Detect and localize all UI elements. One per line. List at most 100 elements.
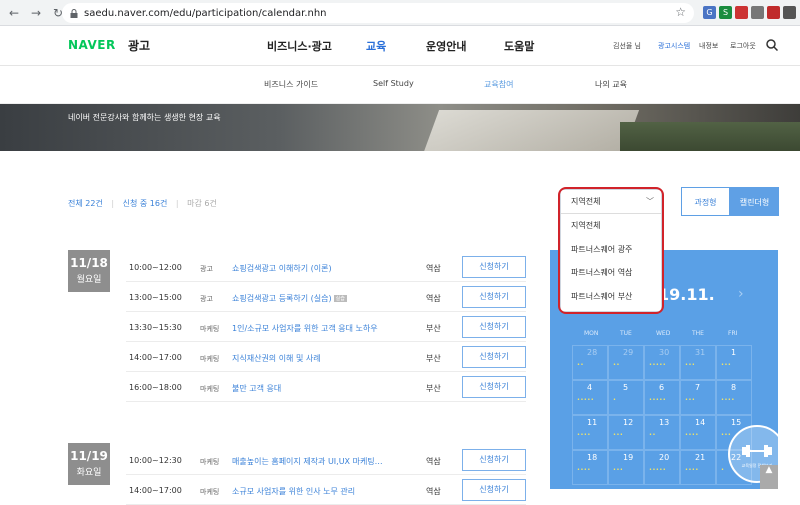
calendar-event-dots: •••• [577, 467, 591, 473]
apply-button[interactable]: 신청하기 [462, 449, 526, 471]
divider: | [111, 199, 115, 208]
logo-sub[interactable]: 광고 [128, 37, 150, 54]
calendar-day-number: 7 [695, 383, 701, 392]
calendar-day-cell[interactable]: 18 •••• [572, 450, 608, 485]
my-info-link[interactable]: 내정보 [699, 41, 718, 51]
lock-icon [70, 8, 78, 18]
global-header: NAVER 광고 비즈니스·광고 교육 운영안내 도움말 김선율 님 광고시스템… [0, 26, 800, 66]
calendar-day-cell[interactable]: 6 ••••• [644, 380, 680, 415]
session-title[interactable]: 불만 고객 응대 [232, 383, 281, 394]
calendar-day-cell[interactable]: 13 •• [644, 415, 680, 450]
calendar-day-cell[interactable]: 19 ••• [608, 450, 644, 485]
apply-button[interactable]: 신청하기 [462, 376, 526, 398]
extension-icon[interactable] [735, 6, 748, 19]
hero-book-image [420, 110, 640, 151]
calendar-day-cell[interactable]: 31 ••• [680, 345, 716, 380]
session-time: 14:00~17:00 [129, 486, 182, 495]
logout-link[interactable]: 로그아웃 [730, 41, 756, 51]
session-category: 마케팅 [200, 355, 220, 363]
apply-button[interactable]: 신청하기 [462, 479, 526, 501]
session-row: 13:00~15:00 광고 쇼핑검색광고 등록하기 (실습) 실습 역삼 신청하기 [126, 282, 526, 312]
weekday-label: 화요일 [76, 468, 102, 478]
forward-icon[interactable]: → [28, 5, 44, 21]
calendar-day-number: 15 [731, 418, 742, 427]
menu-help[interactable]: 도움말 [504, 38, 534, 54]
calendar-day-cell[interactable]: 5 • [608, 380, 644, 415]
session-row: 13:30~15:30 마케팅 1인/소규모 사업자를 위한 고객 응대 노하우 부산… [126, 312, 526, 342]
bookmark-star-icon[interactable]: ☆ [675, 5, 686, 19]
session-time: 16:00~18:00 [129, 383, 182, 392]
calendar-day-cell[interactable]: 12 ••• [608, 415, 644, 450]
session-tag: 실습 [333, 295, 347, 302]
extension-icon[interactable] [751, 6, 764, 19]
session-category: 마케팅 [200, 458, 220, 466]
next-month-icon[interactable]: › [738, 286, 744, 302]
session-title[interactable]: 1인/소규모 사업자를 위한 고객 응대 노하우 [232, 323, 378, 334]
calendar-day-cell[interactable]: 29 •• [608, 345, 644, 380]
session-category: 마케팅 [200, 385, 220, 393]
calendar-day-cell[interactable]: 8 •••• [716, 380, 752, 415]
apply-button[interactable]: 신청하기 [462, 316, 526, 338]
calendar-day-cell[interactable]: 28 •• [572, 345, 608, 380]
calendar-day-number: 11 [587, 418, 598, 427]
open-count[interactable]: 신청 중 16건 [123, 199, 168, 208]
calendar-weekday: MON [584, 330, 599, 337]
menu-business[interactable]: 비즈니스·광고 [267, 38, 332, 54]
calendar-event-dots: ••••• [649, 467, 667, 473]
session-category: 마케팅 [200, 325, 220, 333]
apply-button[interactable]: 신청하기 [462, 256, 526, 278]
calendar-day-cell[interactable]: 14 •••• [680, 415, 716, 450]
subnav-my-education[interactable]: 나의 교육 [595, 79, 627, 90]
apply-button[interactable]: 신청하기 [462, 346, 526, 368]
calendar-event-dots: •••• [721, 397, 735, 403]
session-title[interactable]: 쇼핑검색광고 등록하기 (실습) 실습 [232, 293, 347, 304]
calendar-day-cell[interactable]: 11 •••• [572, 415, 608, 450]
closed-count[interactable]: 마감 6건 [187, 199, 217, 208]
session-title[interactable]: 소규모 사업자를 위한 인사 노무 관리 [232, 486, 355, 497]
list-view-button[interactable]: 과정형 [681, 187, 730, 216]
calendar-view-button[interactable]: 캘린더형 [730, 187, 779, 216]
calendar-day-number: 6 [659, 383, 665, 392]
url-text: saedu.naver.com/edu/participation/calend… [84, 7, 327, 19]
address-bar[interactable]: saedu.naver.com/edu/participation/calend… [62, 3, 694, 23]
calendar-event-dots: •••• [685, 432, 699, 438]
date-label: 11/18 [70, 256, 108, 270]
ad-system-link[interactable]: 광고시스템 [658, 41, 690, 51]
menu-education[interactable]: 교육 [366, 38, 386, 54]
back-icon[interactable]: ← [6, 5, 22, 21]
extension-icon[interactable] [783, 6, 796, 19]
calendar-day-cell[interactable]: 7 ••• [680, 380, 716, 415]
calendar-event-dots: •• [649, 432, 656, 438]
session-title[interactable]: 매출높이는 홈페이지 제작과 UI,UX 마케팅… [232, 456, 383, 467]
extension-icon[interactable]: G [703, 6, 716, 19]
calendar-event-dots: ••• [685, 362, 696, 368]
total-count[interactable]: 전체 22건 [68, 199, 103, 208]
extension-icon[interactable] [767, 6, 780, 19]
session-title[interactable]: 쇼핑검색광고 이해하기 (이론) [232, 263, 332, 274]
calendar-event-dots: ••• [685, 397, 696, 403]
session-title[interactable]: 지식재산권의 이해 및 사례 [232, 353, 321, 364]
calendar-day-cell[interactable]: 20 ••••• [644, 450, 680, 485]
calendar-day-cell[interactable]: 1 ••• [716, 345, 752, 380]
apply-button[interactable]: 신청하기 [462, 286, 526, 308]
scroll-top-button[interactable]: ▲ [760, 465, 778, 489]
calendar-day-cell[interactable]: 30 ••••• [644, 345, 680, 380]
calendar-day-cell[interactable]: 4 ••••• [572, 380, 608, 415]
session-row: 14:00~17:00 마케팅 지식재산권의 이해 및 사례 부산 신청하기 [126, 342, 526, 372]
calendar-day-number: 30 [659, 348, 670, 357]
weekday-label: 월요일 [76, 275, 102, 285]
subnav-self-study[interactable]: Self Study [373, 79, 414, 88]
browser-toolbar: ← → ↻ saedu.naver.com/edu/participation/… [0, 0, 800, 26]
session-time: 13:30~15:30 [129, 323, 182, 332]
divider: | [175, 199, 179, 208]
menu-operation[interactable]: 운영안내 [426, 38, 466, 54]
naver-logo[interactable]: NAVER [68, 38, 116, 52]
subnav-participation[interactable]: 교육참여 [484, 79, 513, 90]
calendar-day-number: 19 [623, 453, 634, 462]
extension-icon[interactable]: S [719, 6, 732, 19]
search-icon[interactable] [766, 39, 778, 51]
calendar-event-dots: ••• [613, 467, 624, 473]
subnav-business-guide[interactable]: 비즈니스 가이드 [264, 79, 318, 90]
calendar-day-cell[interactable]: 21 •••• [680, 450, 716, 485]
session-time: 10:00~12:00 [129, 263, 182, 272]
